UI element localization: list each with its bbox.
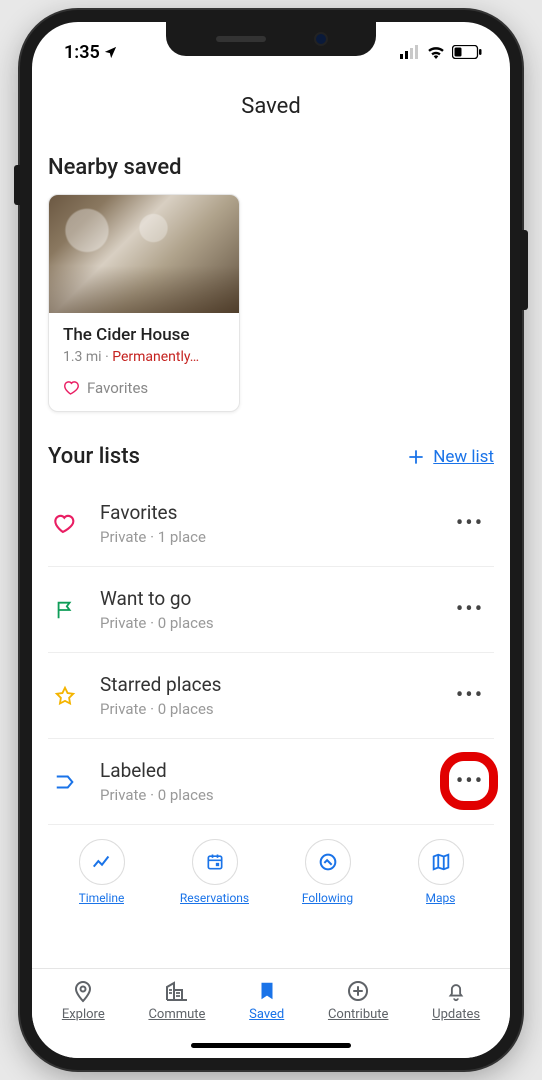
more-button[interactable]: ••• xyxy=(452,678,488,714)
nav-explore[interactable]: Explore xyxy=(62,979,105,1022)
new-list-button[interactable]: New list xyxy=(407,447,494,467)
place-subtitle: 1.3 mi · Permanently… xyxy=(63,349,227,365)
page-title: Saved xyxy=(32,72,510,149)
chip-reservations[interactable]: Reservations xyxy=(163,839,266,905)
nav-contribute[interactable]: Contribute xyxy=(328,979,389,1022)
list-name: Labeled xyxy=(100,759,430,782)
label-icon xyxy=(54,771,76,793)
list-row-starred[interactable]: Starred places Private · 0 places ••• xyxy=(48,653,494,739)
nav-saved[interactable]: Saved xyxy=(249,979,284,1022)
bookmark-icon xyxy=(256,979,278,1003)
plus-circle-icon xyxy=(346,979,370,1003)
place-title: The Cider House xyxy=(63,325,227,345)
chip-following[interactable]: Following xyxy=(276,839,379,905)
chip-maps[interactable]: Maps xyxy=(389,839,492,905)
trend-icon xyxy=(91,851,113,873)
list-row-favorites[interactable]: Favorites Private · 1 place ••• xyxy=(48,481,494,567)
your-lists-heading: Your lists xyxy=(48,444,140,469)
plus-icon xyxy=(407,448,425,466)
list-name: Starred places xyxy=(100,673,430,696)
buildings-icon xyxy=(164,979,190,1003)
nav-commute[interactable]: Commute xyxy=(148,979,205,1022)
place-photo xyxy=(49,195,239,313)
list-row-labeled[interactable]: Labeled Private · 0 places ••• xyxy=(48,739,494,825)
cell-signal-icon xyxy=(400,45,420,59)
bell-icon xyxy=(445,979,467,1003)
phone-frame: 1:35 Saved Nearby saved The Cider House … xyxy=(20,10,522,1070)
list-name: Favorites xyxy=(100,501,430,524)
list-row-want-to-go[interactable]: Want to go Private · 0 places ••• xyxy=(48,567,494,653)
more-button[interactable]: ••• xyxy=(452,506,488,542)
more-button[interactable]: ••• xyxy=(452,764,488,800)
home-indicator[interactable] xyxy=(191,1043,351,1048)
heart-icon xyxy=(63,379,81,397)
battery-icon xyxy=(452,45,482,59)
heart-icon xyxy=(53,512,77,536)
star-icon xyxy=(54,685,76,707)
nav-updates[interactable]: Updates xyxy=(432,979,480,1022)
status-time: 1:35 xyxy=(64,42,100,63)
pin-icon xyxy=(71,979,95,1003)
following-icon xyxy=(317,851,339,873)
nearby-card[interactable]: The Cider House 1.3 mi · Permanently… Fa… xyxy=(48,194,240,412)
screen: 1:35 Saved Nearby saved The Cider House … xyxy=(32,22,510,1058)
list-meta: Private · 0 places xyxy=(100,786,430,804)
flag-icon xyxy=(54,599,76,621)
wifi-icon xyxy=(426,45,446,59)
location-arrow-icon xyxy=(103,45,118,60)
tutorial-highlight xyxy=(440,752,498,810)
list-name: Want to go xyxy=(100,587,430,610)
map-icon xyxy=(430,851,452,873)
list-meta: Private · 0 places xyxy=(100,700,430,718)
list-meta: Private · 0 places xyxy=(100,614,430,632)
list-meta: Private · 1 place xyxy=(100,528,430,546)
chip-timeline[interactable]: Timeline xyxy=(50,839,153,905)
more-button[interactable]: ••• xyxy=(452,592,488,628)
calendar-icon xyxy=(205,852,225,872)
place-list-label: Favorites xyxy=(87,379,148,397)
notch xyxy=(166,22,376,56)
nearby-heading: Nearby saved xyxy=(48,149,494,194)
